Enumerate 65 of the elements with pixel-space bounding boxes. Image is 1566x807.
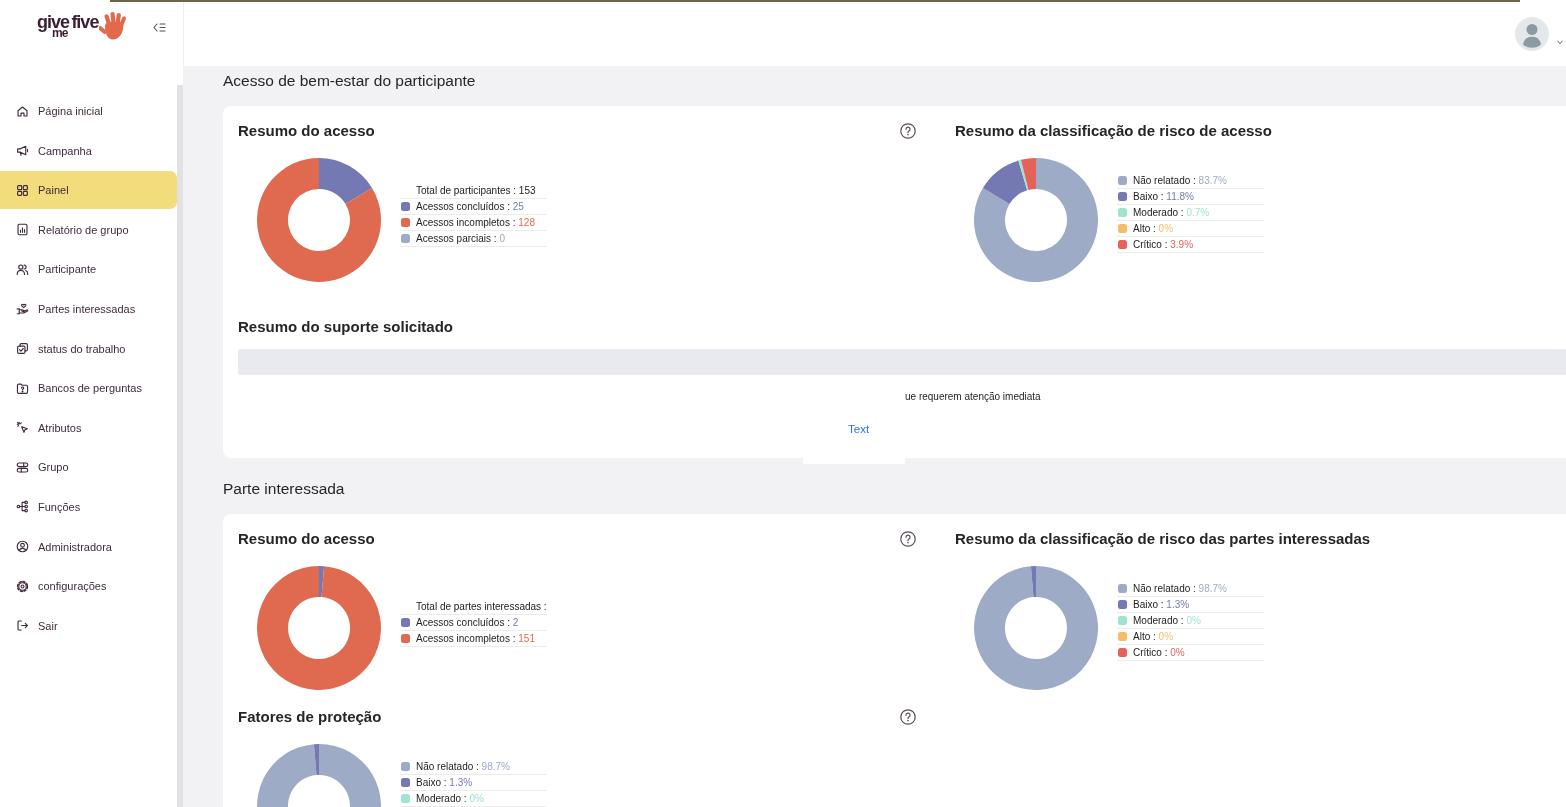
sidebar-item[interactable]: Administradora [0, 527, 177, 566]
sidebar-item[interactable]: Participante [0, 250, 177, 289]
users-icon [16, 262, 29, 276]
logout-icon [16, 619, 29, 633]
bar-chart-icon [16, 223, 29, 237]
copy-check-icon [16, 342, 29, 356]
sidebar-item[interactable]: Partes interessadas [0, 289, 177, 328]
settings-icon [16, 579, 29, 593]
legend-total: Total de partes interessadas : [416, 601, 547, 612]
sidebar-item[interactable]: configurações [0, 567, 177, 606]
legend-entry: Crítico : 0% [1133, 647, 1185, 658]
section-title: Parte interessada [223, 479, 346, 499]
scrollbar[interactable] [177, 85, 183, 807]
legend-entry: Acessos incompletos : 151 [416, 633, 535, 644]
legend-total: Total de participantes : 153 [416, 185, 536, 196]
legend-entry: Alto : 0% [1133, 223, 1174, 234]
legend-entry: Acessos concluídos : 25 [416, 201, 524, 212]
avatar-icon[interactable] [1515, 17, 1549, 51]
legend-entry: Moderado : 0% [1133, 615, 1201, 626]
chart-title: Resumo da classificação de risco das partes interessadas [955, 529, 1371, 549]
sidebar-item[interactable]: status do trabalho [0, 329, 177, 368]
legend-entry: Baixo : 11.8% [1133, 191, 1194, 202]
user-circle-icon [16, 540, 29, 554]
chevron-down-icon[interactable] [1557, 39, 1563, 45]
section-title: Acesso de bem-estar do participante [223, 71, 477, 91]
sidebar-item[interactable]: Relatório de grupo [0, 210, 177, 249]
legend-entry: Moderado : 0.7% [1133, 207, 1210, 218]
legend-entry: Moderado : 0% [416, 793, 484, 804]
help-icon[interactable] [900, 531, 916, 547]
chart-title: Resumo do acesso [238, 529, 375, 549]
sidebar-item[interactable]: Bancos de perguntas [0, 369, 177, 408]
sidebar-item[interactable]: Painel [0, 171, 177, 210]
menu-collapse-icon[interactable] [153, 22, 166, 33]
support-title: Resumo do suporte solicitado [238, 317, 454, 337]
cursor-click-icon [16, 421, 29, 435]
sidebar-item[interactable]: Página inicial [0, 92, 177, 130]
legend-entry: Acessos incompletos : 128 [416, 217, 535, 228]
legend-entry: Acessos parciais : 0 [416, 233, 505, 244]
legend-entry: Crítico : 3.9% [1133, 239, 1194, 250]
legend-entry: Baixo : 1.3% [416, 777, 473, 788]
legend-entry: Baixo : 1.3% [1133, 599, 1190, 610]
sidebar-item[interactable]: Campanha [0, 131, 177, 170]
sidebar-item[interactable]: Funções [0, 487, 177, 526]
chart-title: Fatores de proteção [238, 707, 382, 727]
legend-entry: Não relatado : 83.7% [1133, 175, 1227, 186]
help-icon[interactable] [900, 123, 916, 139]
legend-entry: Não relatado : 98.7% [1133, 583, 1227, 594]
legend-entry: Não relatado : 98.7% [416, 761, 510, 772]
toggle-icon [16, 460, 29, 474]
help-icon[interactable] [900, 709, 916, 725]
folder-question-icon [16, 381, 29, 395]
grid-icon [16, 183, 29, 197]
hand-heart-icon [16, 302, 29, 316]
home-icon [16, 104, 29, 118]
hierarchy-icon [16, 500, 29, 514]
legend-entry: Alto : 0% [1133, 631, 1174, 642]
text-link[interactable]: Text [848, 423, 870, 435]
sidebar-item[interactable]: Atributos [0, 408, 177, 447]
support-note: ue requerem atenção imediata [905, 391, 1041, 402]
legend-entry: Acessos concluídos : 2 [416, 617, 519, 628]
chart-title: Resumo do acesso [238, 121, 375, 141]
sidebar-item[interactable]: Sair [0, 606, 177, 645]
sidebar-item[interactable]: Grupo [0, 448, 177, 487]
megaphone-icon [16, 144, 29, 158]
chart-title: Resumo da classificação de risco de acesso [955, 121, 1272, 141]
